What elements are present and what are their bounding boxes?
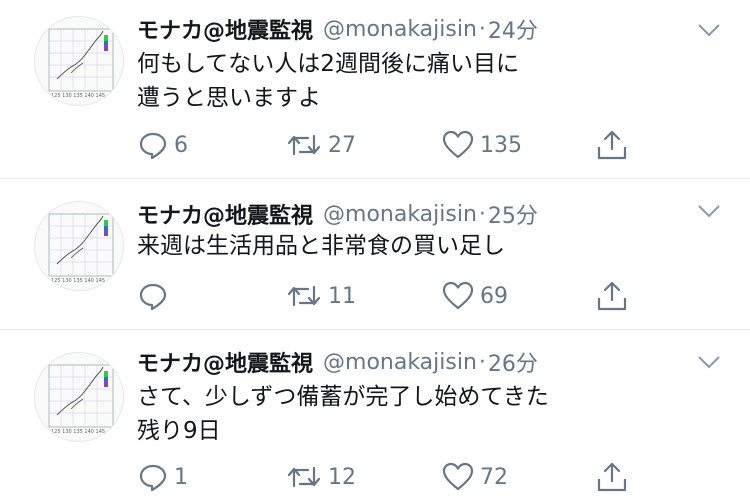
tweet-text-line: 来週は生活用品と非常食の買い足し	[137, 233, 505, 259]
tweet-text: 何もしてない人は2週間後に痛い目に 遭うと思いますよ	[137, 47, 717, 115]
separator-dot: ·	[478, 349, 486, 375]
reply-button[interactable]	[138, 279, 174, 313]
retweet-button[interactable]: 27	[286, 128, 356, 162]
retweet-count: 27	[328, 132, 356, 158]
tweet-actions: 11 69	[0, 279, 750, 313]
share-icon	[597, 462, 627, 492]
share-button[interactable]	[596, 460, 628, 494]
like-button[interactable]: 135	[442, 128, 522, 162]
tweet-actions: 6 27 135	[0, 128, 750, 162]
like-count: 72	[480, 464, 508, 490]
tweet-actions: 1 12 72	[0, 460, 750, 494]
tweet-text-line: さて、少しずつ備蓄が完了し始めてきた	[137, 384, 549, 410]
map-avatar-image: 125 130 135 140 145	[48, 28, 114, 99]
timestamp[interactable]: 26分	[488, 346, 538, 378]
tweet[interactable]: 125 130 135 140 145 モナカ@地震監視 @monakajisi…	[0, 179, 750, 330]
share-icon	[597, 281, 627, 311]
like-count: 69	[480, 283, 508, 309]
retweet-icon	[287, 134, 321, 156]
retweet-button[interactable]: 12	[286, 460, 356, 494]
tweet-text: 来週は生活用品と非常食の買い足し	[137, 229, 717, 263]
like-button[interactable]: 69	[442, 279, 508, 313]
display-name[interactable]: モナカ@地震監視	[137, 13, 313, 45]
share-icon	[597, 130, 627, 160]
tweet-text-line: 残り9日	[137, 418, 221, 444]
display-name[interactable]: モナカ@地震監視	[137, 198, 313, 230]
tweet-header: モナカ@地震監視 @monakajisin · 25分	[137, 198, 538, 230]
chevron-down-icon[interactable]	[697, 354, 721, 370]
tweet-text-line: 遭うと思いますよ	[137, 85, 321, 111]
avatar[interactable]: 125 130 135 140 145	[34, 16, 124, 106]
heart-icon	[442, 130, 474, 159]
like-count: 135	[480, 132, 522, 158]
retweet-count: 11	[328, 283, 356, 309]
separator-dot: ·	[478, 201, 486, 227]
svg-text:125 130 135 140 145: 125 130 135 140 145	[51, 93, 105, 99]
share-button[interactable]	[596, 279, 628, 313]
heart-icon	[442, 462, 474, 491]
reply-icon	[139, 283, 167, 311]
retweet-button[interactable]: 11	[286, 279, 356, 313]
retweet-count: 12	[328, 464, 356, 490]
tweet[interactable]: 125 130 135 140 145 モナカ@地震監視 @monakajisi…	[0, 330, 750, 500]
reply-count: 6	[174, 132, 188, 158]
username[interactable]: @monakajisin	[323, 17, 477, 42]
tweet-header: モナカ@地震監視 @monakajisin · 24分	[137, 13, 538, 45]
map-avatar-image: 125 130 135 140 145	[48, 364, 114, 435]
retweet-icon	[287, 466, 321, 488]
like-button[interactable]: 72	[442, 460, 508, 494]
avatar[interactable]: 125 130 135 140 145	[34, 352, 124, 442]
avatar[interactable]: 125 130 135 140 145	[34, 201, 124, 291]
tweet[interactable]: 125 130 135 140 145 モナカ@地震監視 @monakajisi…	[0, 0, 750, 179]
separator-dot: ·	[478, 16, 486, 42]
timestamp[interactable]: 24分	[488, 13, 538, 45]
timestamp[interactable]: 25分	[488, 198, 538, 230]
display-name[interactable]: モナカ@地震監視	[137, 346, 313, 378]
share-button[interactable]	[596, 128, 628, 162]
heart-icon	[442, 281, 474, 310]
reply-button[interactable]: 1	[138, 460, 188, 494]
chevron-down-icon[interactable]	[697, 203, 721, 219]
reply-count: 1	[174, 464, 188, 490]
map-avatar-image: 125 130 135 140 145	[48, 213, 114, 284]
reply-icon	[139, 132, 167, 160]
chevron-down-icon[interactable]	[697, 22, 721, 38]
svg-text:125 130 135 140 145: 125 130 135 140 145	[51, 429, 105, 435]
username[interactable]: @monakajisin	[323, 350, 477, 375]
retweet-icon	[287, 285, 321, 307]
tweet-header: モナカ@地震監視 @monakajisin · 26分	[137, 346, 538, 378]
reply-icon	[139, 464, 167, 492]
reply-button[interactable]: 6	[138, 128, 188, 162]
tweet-text: さて、少しずつ備蓄が完了し始めてきた 残り9日	[137, 380, 717, 448]
tweet-text-line: 何もしてない人は2週間後に痛い目に	[137, 51, 519, 77]
username[interactable]: @monakajisin	[323, 202, 477, 227]
